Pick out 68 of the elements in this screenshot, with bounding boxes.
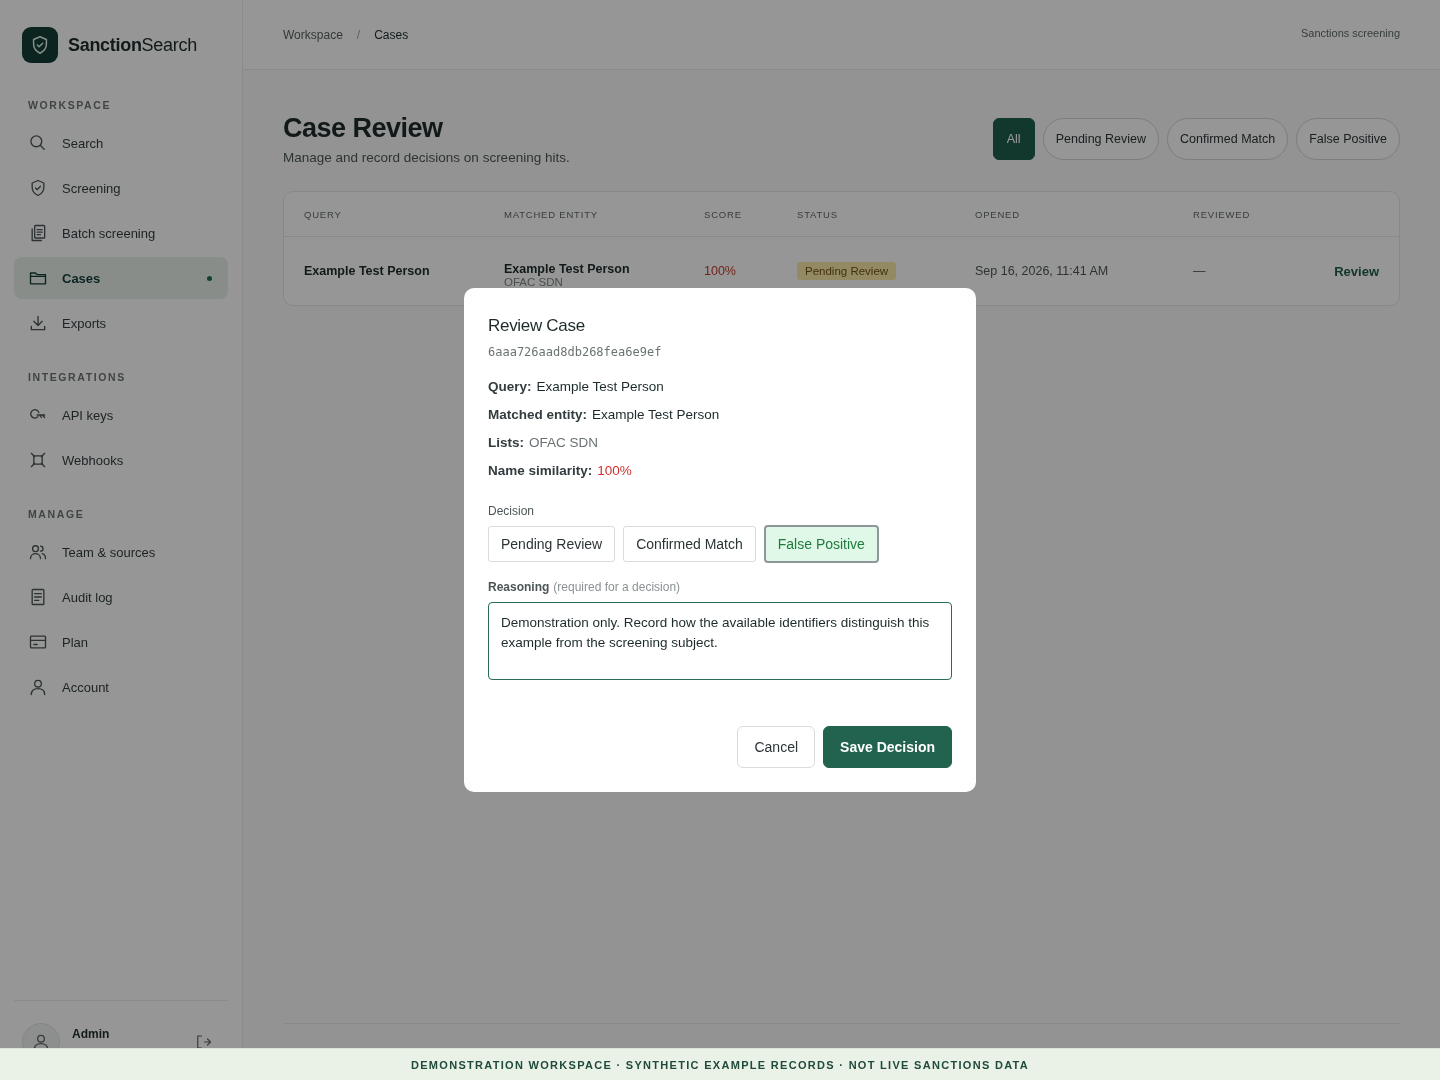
entity-list: OFAC SDN [504,276,704,288]
field-value: OFAC SDN [529,435,599,450]
column-header: REVIEWED [1193,208,1252,220]
decision-label: Decision [488,504,536,518]
nav-item[interactable]: Plan [14,621,228,663]
page-subtitle: Manage and record decisions on screening hits. [283,150,570,165]
section-heading: WORKSPACE [27,99,113,111]
search-icon [28,133,48,153]
column-header: OPENED [975,208,1021,220]
table-cell-text: Sep 16, 2026, 11:41 AM [975,264,1110,278]
nav-item[interactable]: Audit log [14,576,228,618]
filter-chip[interactable]: Confirmed Match [1167,118,1289,160]
table-cell-text: Example Test Person [304,264,431,278]
column-header: STATUS [797,208,839,220]
decision-option[interactable]: Pending Review [488,526,616,562]
reasoning-hint: (required for a decision) [553,580,681,594]
field-label: Lists: [488,435,524,450]
page-title: Case Review [283,113,444,144]
nav-item[interactable]: Webhooks [14,439,228,481]
cancel-button[interactable]: Cancel [737,726,816,768]
nav-item[interactable]: Team & sources [14,531,228,573]
status-badge: Pending Review [797,262,897,280]
save-button[interactable]: Save Decision [823,726,952,768]
field-label: Matched entity: [488,407,587,422]
logout-icon[interactable] [194,1033,212,1051]
decision-option[interactable]: Confirmed Match [623,526,756,562]
field-value: 100% [597,463,632,478]
field-value: Example Test Person [592,407,720,422]
logo-icon [22,27,58,63]
table-cell-text: — [1193,264,1207,278]
field-label: Query: [488,379,532,394]
filter-chip[interactable]: Pending Review [1042,118,1159,160]
score-value: 100% [704,264,737,278]
user-icon [28,677,48,697]
decision-option[interactable]: False Positive [763,525,879,563]
section-heading: MANAGE [27,508,86,520]
field-label: Name similarity: [488,463,593,478]
breadcrumb-link[interactable]: Cases [374,27,409,42]
filter-chip[interactable]: False Positive [1296,118,1400,160]
people-icon [28,542,48,562]
reasoning-field[interactable]: Demonstration only. Record how the available identifiers distinguish this example from the screening subject. [488,602,952,680]
nav-item[interactable]: Search [14,122,228,164]
column-header: QUERY [304,208,343,220]
brand-name: SanctionSearch [68,34,197,56]
filter-chip[interactable]: All [992,118,1035,160]
review-link[interactable]: Review [1334,263,1379,279]
download-icon [28,313,48,333]
nav-item[interactable]: Screening [14,167,228,209]
reasoning-label: Reasoning [488,580,550,594]
user-name: Admin [72,1026,110,1041]
breadcrumb-link[interactable]: Workspace [283,27,343,42]
nav-item[interactable]: Cases [14,257,228,299]
nav-item[interactable]: Exports [14,302,228,344]
nav-item[interactable]: Account [14,666,228,708]
nav-item[interactable]: API keys [14,394,228,436]
column-header: MATCHED ENTITY [504,208,599,220]
dialog-title: Review Case [488,316,586,336]
active-dot [207,275,212,281]
banner-text: DEMONSTRATION WORKSPACE · SYNTHETIC EXAMPLE RECORDS · NOT LIVE SANCTIONS DATA [410,1058,1030,1071]
breadcrumb-separator: / [356,27,361,42]
column-header: SCORE [704,208,743,220]
section-heading: INTEGRATIONS [27,371,127,383]
entity-name: Example Test Person [504,262,631,276]
field-value: Example Test Person [536,379,664,394]
webhook-icon [28,450,48,470]
context-label: Sanctions screening [1300,26,1400,39]
nav-item[interactable]: Batch screening [14,212,228,254]
case-id: 6aaa726aad8db268fea6e9ef [488,345,663,359]
